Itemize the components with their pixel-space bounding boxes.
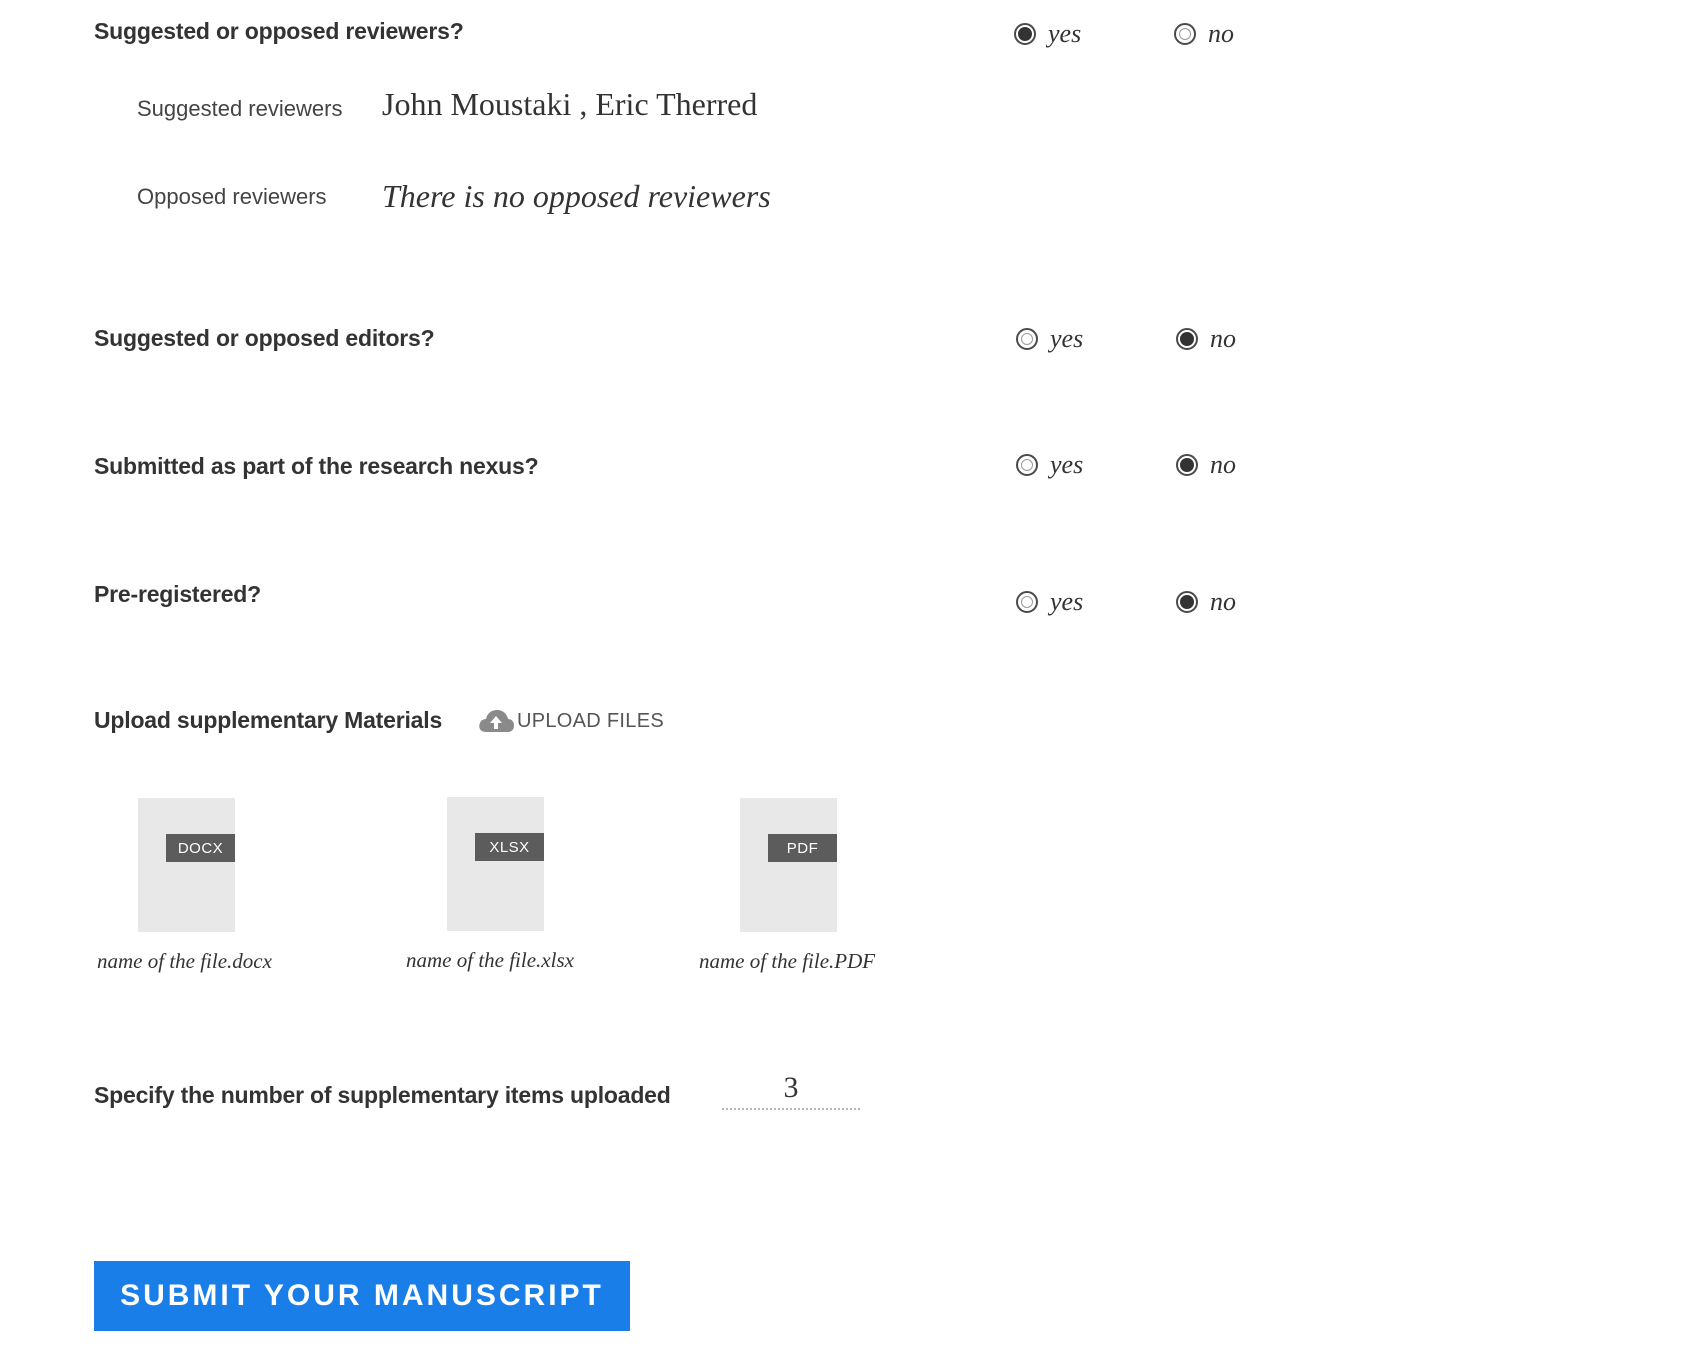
reviewers-yes-radio[interactable]: yes — [1014, 21, 1081, 47]
file-type-badge: DOCX — [166, 834, 235, 862]
cloud-upload-icon — [477, 708, 515, 734]
radio-empty-icon — [1016, 454, 1038, 476]
file-docx-icon — [138, 798, 235, 932]
radio-label: no — [1210, 587, 1236, 616]
radio-label: yes — [1050, 324, 1084, 353]
file-name: name of the file.PDF — [699, 949, 876, 973]
file-item-pdf[interactable]: PDF name of the file.PDF — [699, 798, 919, 978]
radio-selected-icon — [1176, 591, 1198, 613]
radio-selected-icon — [1176, 328, 1198, 350]
radio-label: no — [1210, 450, 1236, 479]
radio-empty-icon — [1016, 591, 1038, 613]
radio-label: yes — [1048, 19, 1082, 48]
nexus-yes-radio[interactable]: yes — [1016, 452, 1083, 478]
preregistered-yes-radio[interactable]: yes — [1016, 589, 1083, 615]
radio-label: no — [1210, 324, 1236, 353]
supplementary-count-input[interactable] — [722, 1068, 860, 1110]
editors-yes-radio[interactable]: yes — [1016, 326, 1083, 352]
file-name: name of the file.xlsx — [406, 948, 574, 972]
suggested-reviewers-label: Suggested reviewers — [137, 96, 343, 121]
file-item-docx[interactable]: DOCX name of the file.docx — [97, 798, 317, 978]
suggested-reviewers-value: John Moustaki , Eric Therred — [382, 86, 758, 122]
supplementary-count-label: Specify the number of supplementary item… — [94, 1082, 671, 1108]
reviewers-question: Suggested or opposed reviewers? — [94, 18, 464, 44]
radio-label: yes — [1050, 450, 1084, 479]
editors-no-radio[interactable]: no — [1176, 326, 1236, 352]
radio-empty-icon — [1174, 23, 1196, 45]
opposed-reviewers-label: Opposed reviewers — [137, 184, 327, 209]
file-type-badge: PDF — [768, 834, 837, 862]
upload-files-button[interactable]: UPLOAD FILES — [477, 708, 664, 734]
nexus-question: Submitted as part of the research nexus? — [94, 453, 539, 479]
file-item-xlsx[interactable]: XLSX name of the file.xlsx — [406, 797, 626, 977]
radio-label: yes — [1050, 587, 1084, 616]
submit-manuscript-button[interactable]: SUBMIT YOUR MANUSCRIPT — [94, 1261, 630, 1331]
file-type-badge: XLSX — [475, 833, 544, 861]
radio-selected-icon — [1014, 23, 1036, 45]
preregistered-no-radio[interactable]: no — [1176, 589, 1236, 615]
radio-label: no — [1208, 19, 1234, 48]
nexus-no-radio[interactable]: no — [1176, 452, 1236, 478]
preregistered-question: Pre-registered? — [94, 581, 262, 607]
radio-selected-icon — [1176, 454, 1198, 476]
file-xlsx-icon — [447, 797, 544, 931]
editors-question: Suggested or opposed editors? — [94, 325, 435, 351]
supplementary-title: Upload supplementary Materials — [94, 707, 443, 733]
radio-empty-icon — [1016, 328, 1038, 350]
file-pdf-icon — [740, 798, 837, 932]
opposed-reviewers-value: There is no opposed reviewers — [382, 178, 771, 214]
upload-files-label: UPLOAD FILES — [517, 709, 664, 732]
reviewers-no-radio[interactable]: no — [1174, 21, 1234, 47]
file-name: name of the file.docx — [97, 949, 272, 973]
